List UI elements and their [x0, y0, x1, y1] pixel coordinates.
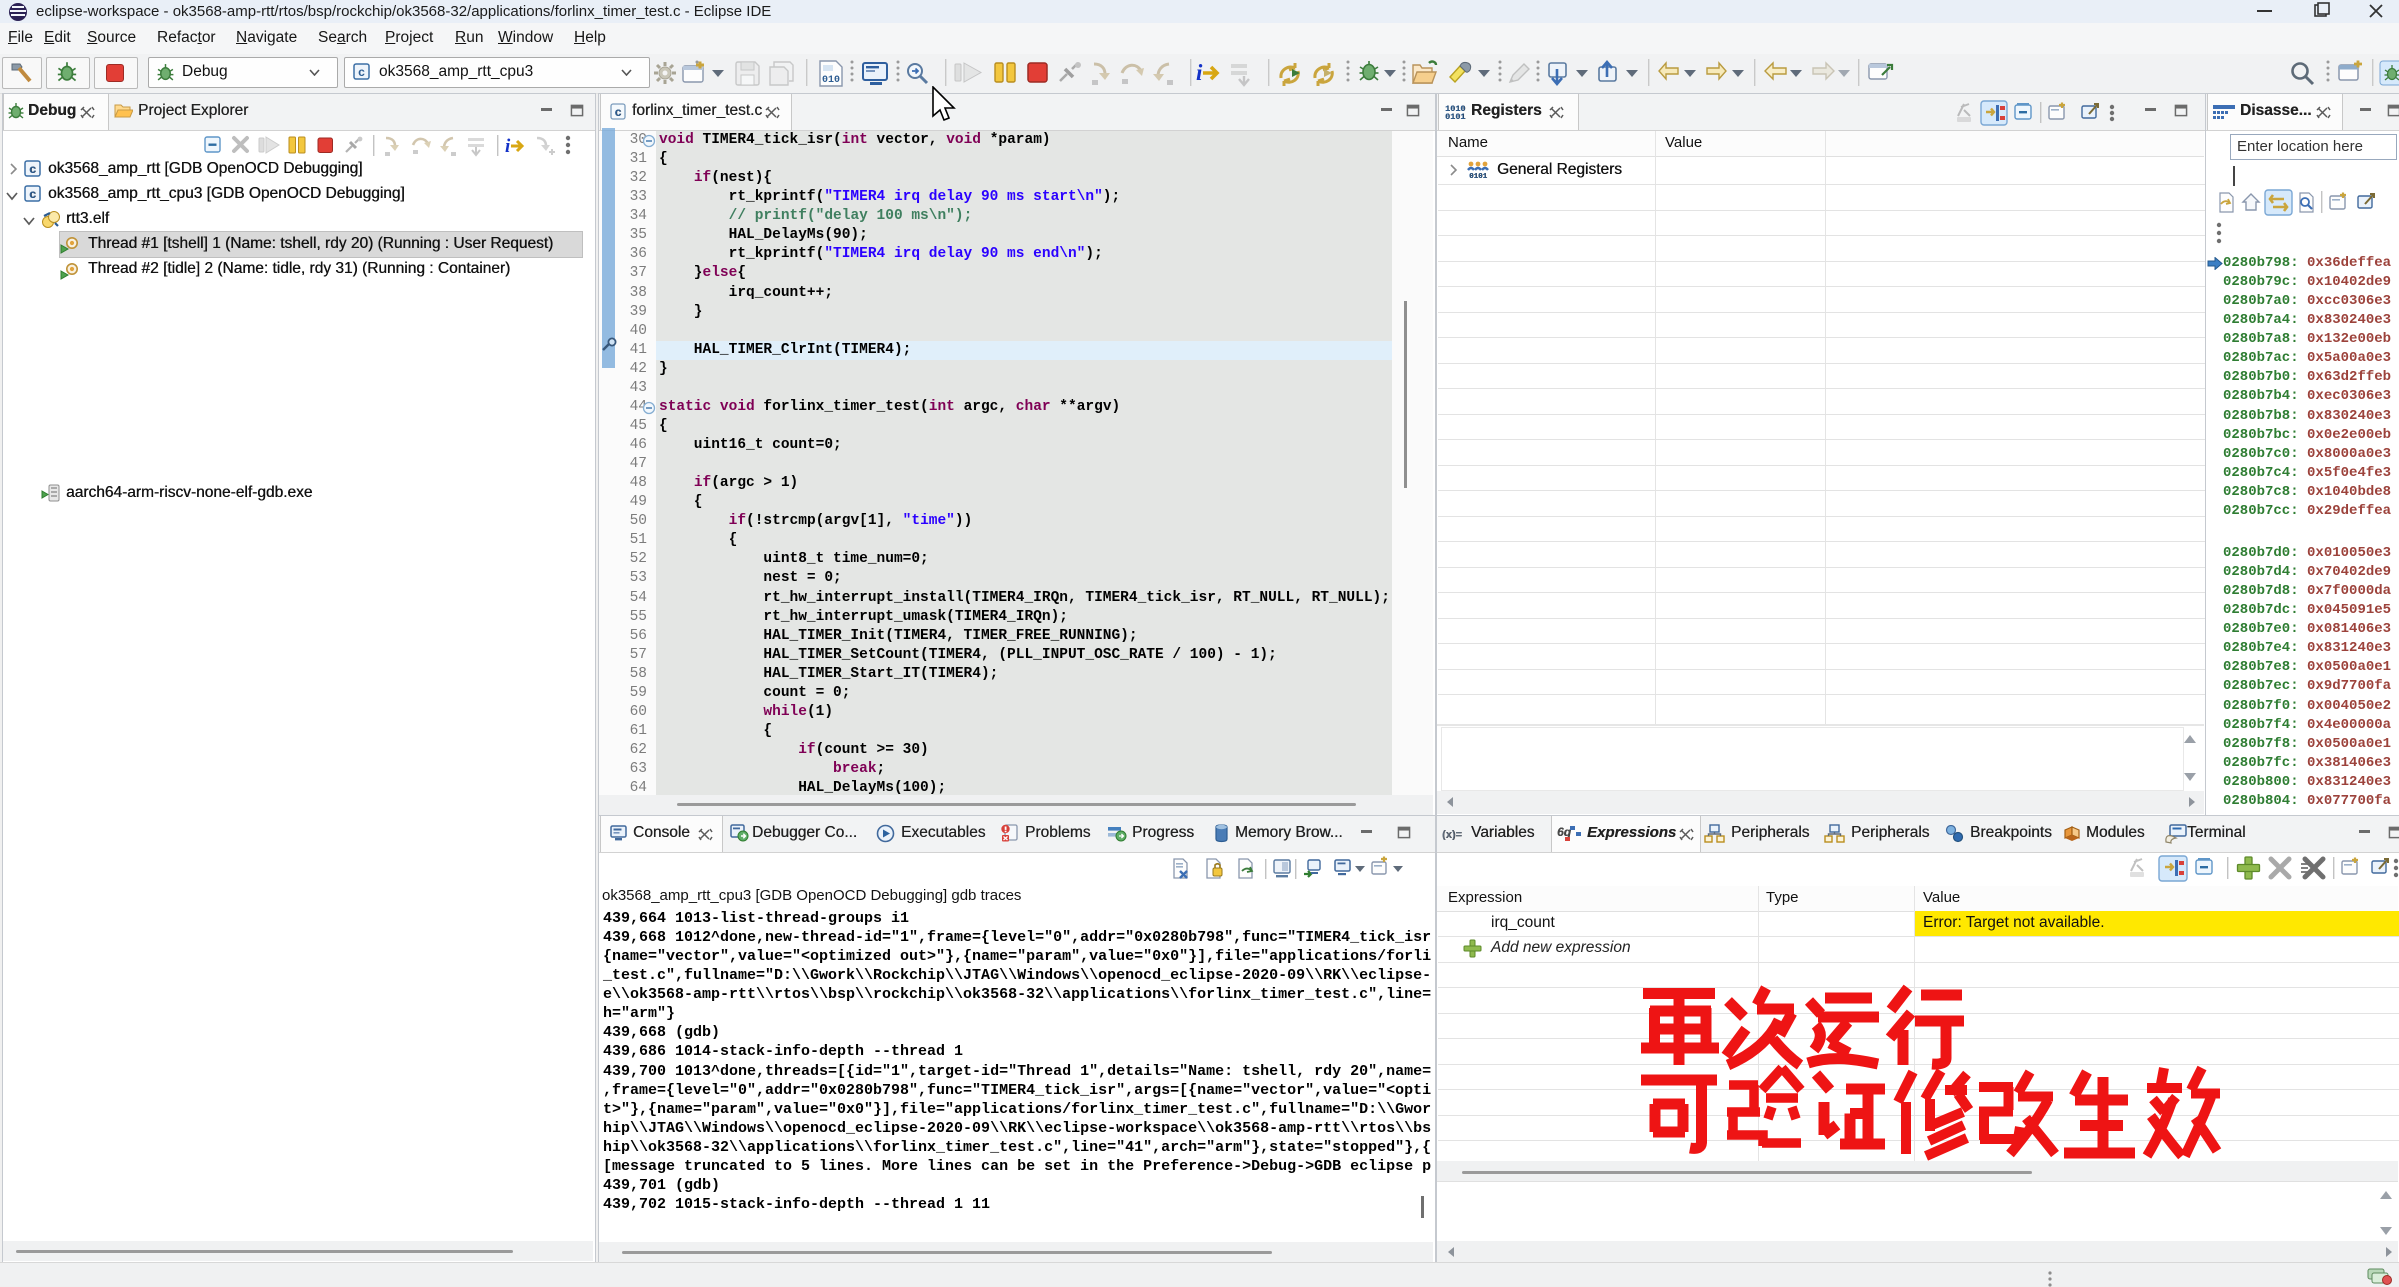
svg-text:c: c — [29, 163, 36, 177]
svg-text:i: i — [505, 136, 511, 157]
svg-text:0101: 0101 — [1469, 173, 1488, 179]
svg-text:010: 010 — [822, 75, 840, 86]
svg-text:i: i — [1196, 60, 1203, 85]
svg-text:6q: 6q — [1557, 825, 1572, 839]
svg-text:c: c — [29, 188, 36, 202]
svg-text:0101: 0101 — [1445, 112, 1465, 121]
svg-text:(x)=: (x)= — [1442, 829, 1462, 840]
svg-text:c: c — [615, 106, 622, 120]
